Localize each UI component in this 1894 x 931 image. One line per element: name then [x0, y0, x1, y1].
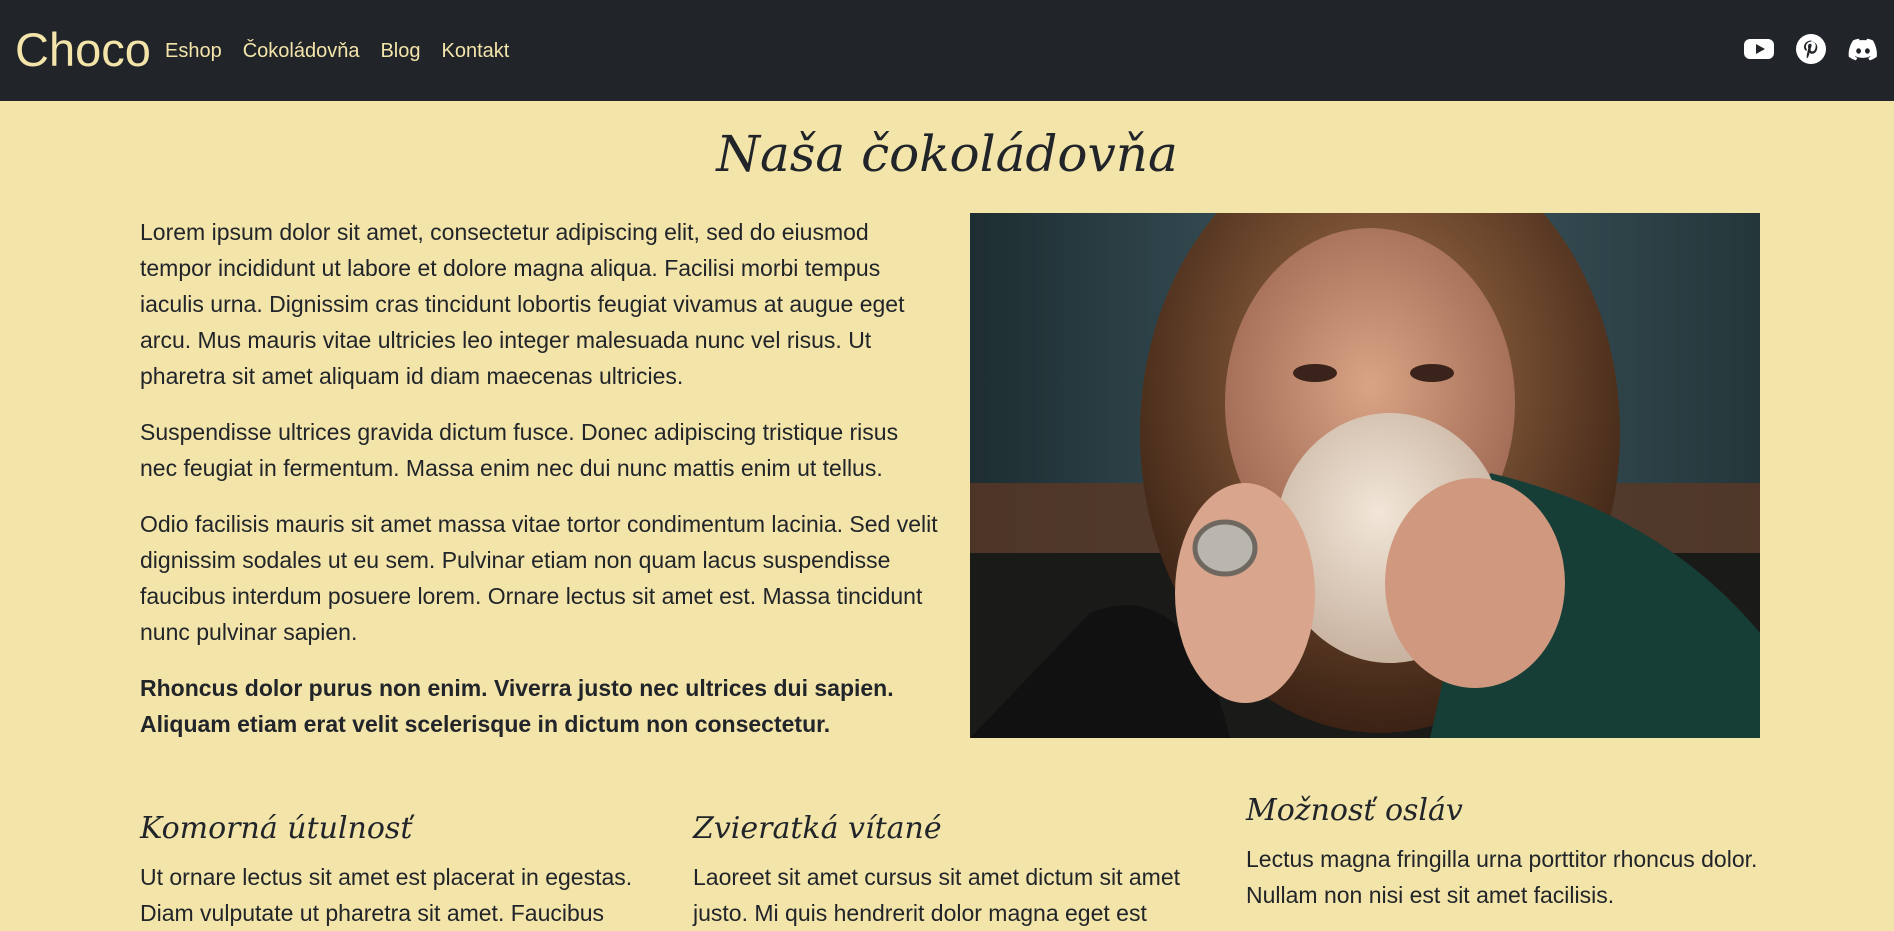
top-navbar: Choco Eshop Čokoládovňa Blog Kontakt [0, 0, 1894, 101]
nav-link-blog[interactable]: Blog [380, 38, 420, 64]
feature-text: Ut ornare lectus sit amet est placerat i… [140, 864, 633, 926]
nav-link-eshop[interactable]: Eshop [165, 38, 222, 64]
pinterest-icon[interactable] [1795, 33, 1827, 65]
feature-moznost-oslav: Možnosť osláv Lectus magna fringilla urn… [1246, 789, 1766, 913]
feature-title: Možnosť osláv [1246, 793, 1463, 828]
feature-text: Laoreet sit amet cursus sit amet dictum … [693, 864, 1181, 926]
nav-link-kontakt[interactable]: Kontakt [442, 38, 510, 64]
youtube-icon[interactable] [1743, 33, 1775, 65]
feature-title: Komorná útulnosť [140, 811, 413, 846]
intro-paragraph: Lorem ipsum dolor sit amet, consectetur … [140, 219, 905, 389]
brand-logo[interactable]: Choco [15, 22, 151, 78]
hero-image-woman-with-cup [970, 213, 1760, 738]
hero-photo [970, 213, 1760, 738]
feature-komorna-utulnost: Komorná útulnosť Ut ornare lectus sit am… [140, 807, 660, 931]
intro-bold-paragraph: Rhoncus dolor purus non enim. Viverra ju… [140, 675, 894, 737]
feature-zvieratka-vitane: Zvieratká vítané Laoreet sit amet cursus… [693, 807, 1213, 931]
intro-paragraph: Odio facilisis mauris sit amet massa vit… [140, 511, 938, 645]
intro-paragraph: Suspendisse ultrices gravida dictum fusc… [140, 419, 899, 481]
nav-link-cokoladovna[interactable]: Čokoládovňa [243, 38, 360, 64]
discord-icon[interactable] [1847, 33, 1879, 65]
feature-title: Zvieratká vítané [693, 811, 942, 846]
page-title: Naša čokoládovňa [716, 125, 1178, 183]
feature-text: Lectus magna fringilla urna porttitor rh… [1246, 846, 1758, 908]
nav-links: Eshop Čokoládovňa Blog Kontakt [165, 38, 530, 64]
intro-text: Lorem ipsum dolor sit amet, consectetur … [140, 214, 940, 762]
social-links [1743, 33, 1879, 65]
